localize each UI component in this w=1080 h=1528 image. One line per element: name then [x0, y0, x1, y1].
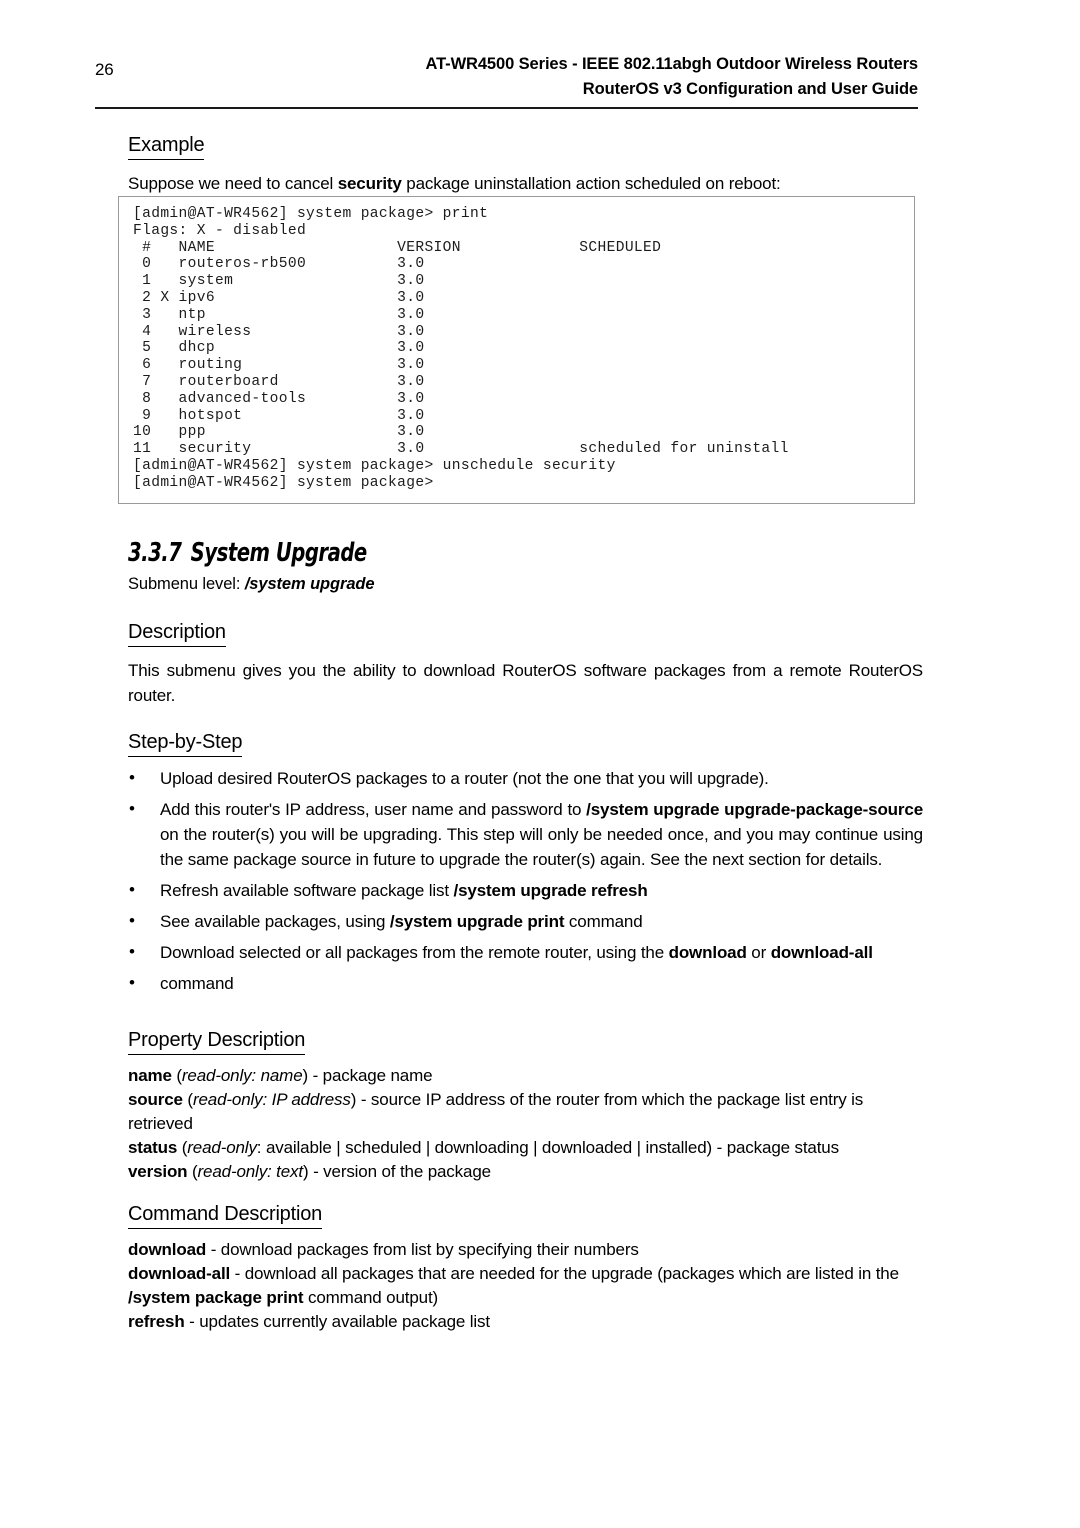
section-heading: 3.3.7 System Upgrade — [128, 538, 796, 568]
step-3-run-0: See available packages, using — [160, 911, 390, 931]
cmd-1-run-0: download-all — [128, 1263, 231, 1283]
example-heading: Example — [128, 133, 205, 160]
step-by-step-heading: Step-by-Step — [128, 730, 243, 757]
cmd-2-run-1: - updates currently available package li… — [184, 1311, 490, 1331]
property-item: status (read-only: available | scheduled… — [128, 1136, 923, 1160]
header-rule — [95, 107, 918, 109]
header-title-block: AT-WR4500 Series - IEEE 802.11abgh Outdo… — [425, 52, 919, 102]
example-intro-pre: Suppose we need to cancel — [128, 174, 338, 193]
step-by-step-list: Upload desired RouterOS packages to a ro… — [128, 765, 923, 996]
document-page: 26 AT-WR4500 Series - IEEE 802.11abgh Ou… — [0, 0, 1080, 1528]
step-by-step-item: Refresh available software package list … — [128, 877, 923, 903]
cmd-1-run-1: - download all packages that are needed … — [230, 1263, 899, 1283]
submenu-level-path: /system upgrade — [244, 574, 375, 593]
step-4-run-1: download — [668, 942, 747, 962]
terminal-output-text: [admin@AT-WR4562] system package> print … — [133, 206, 789, 491]
cmd-1-run-3: command output) — [303, 1287, 439, 1307]
prop-0-run-3: ) - package name — [302, 1065, 433, 1085]
section-number: 3.3.7 — [128, 537, 182, 568]
example-intro-bold: security — [337, 174, 402, 193]
step-by-step-item: Download selected or all packages from t… — [128, 939, 923, 965]
prop-3-run-3: ) - version of the package — [303, 1161, 491, 1181]
prop-1-run-2: read-only: IP address — [192, 1089, 351, 1109]
description-heading-wrap: Description — [128, 620, 923, 647]
prop-2-run-1: ( — [177, 1137, 188, 1157]
property-item: version (read-only: text) - version of t… — [128, 1160, 923, 1184]
property-description-heading-wrap: Property Description — [128, 1028, 923, 1055]
step-3-run-2: command — [564, 911, 643, 931]
prop-2-run-3: : available | scheduled | downloading | … — [256, 1137, 839, 1157]
step-2-run-0: Refresh available software package list — [160, 880, 454, 900]
property-description-list: name (read-only: name) - package name sou… — [128, 1064, 923, 1184]
submenu-level-line: Submenu level: /system upgrade — [128, 575, 923, 594]
command-item: download - download packages from list b… — [128, 1238, 923, 1262]
property-item: source (read-only: IP address) - source … — [128, 1088, 923, 1136]
step-by-step-item: Add this router's IP address, user name … — [128, 796, 923, 872]
prop-1-run-0: source — [128, 1089, 183, 1109]
property-description-heading: Property Description — [128, 1028, 305, 1055]
terminal-output-box: [admin@AT-WR4562] system package> print … — [118, 196, 915, 504]
section-title: System Upgrade — [190, 537, 368, 568]
step-4-run-2: or — [746, 942, 771, 962]
prop-2-run-2: read-only — [187, 1137, 257, 1157]
header-line-product: AT-WR4500 Series - IEEE 802.11abgh Outdo… — [425, 55, 919, 73]
prop-3-run-1: ( — [187, 1161, 198, 1181]
step-0-run-0: Upload desired RouterOS packages to a ro… — [160, 768, 769, 788]
step-5-run-0: command — [160, 973, 234, 993]
cmd-1-run-2: /system package print — [128, 1287, 304, 1307]
submenu-level-label: Submenu level: — [128, 574, 245, 593]
command-item: download-all - download all packages tha… — [128, 1262, 923, 1310]
cmd-0-run-1: - download packages from list by specify… — [206, 1239, 639, 1259]
command-description-list: download - download packages from list b… — [128, 1238, 923, 1334]
prop-3-run-0: version — [128, 1161, 188, 1181]
cmd-0-run-0: download — [128, 1239, 207, 1259]
step-1-run-1: /system upgrade upgrade-package-source — [586, 799, 923, 819]
command-description-heading-wrap: Command Description — [128, 1202, 923, 1229]
description-heading: Description — [128, 620, 226, 647]
cmd-2-run-0: refresh — [128, 1311, 185, 1331]
prop-0-run-2: read-only: name — [181, 1065, 303, 1085]
prop-0-run-0: name — [128, 1065, 172, 1085]
step-4-run-0: Download selected or all packages from t… — [160, 942, 669, 962]
step-1-run-2: on the router(s) you will be upgrading. … — [160, 824, 923, 869]
prop-3-run-2: read-only: text — [197, 1161, 304, 1181]
step-by-step-heading-wrap: Step-by-Step — [128, 730, 923, 757]
step-by-step-item: See available packages, using /system up… — [128, 908, 923, 934]
command-item: refresh - updates currently available pa… — [128, 1310, 923, 1334]
step-by-step-item: command — [128, 970, 923, 996]
step-2-run-1: /system upgrade refresh — [453, 880, 648, 900]
prop-1-run-1: ( — [182, 1089, 193, 1109]
example-intro: Suppose we need to cancel security packa… — [128, 171, 923, 196]
example-intro-post: package uninstallation action scheduled … — [401, 174, 781, 193]
page-header: 26 AT-WR4500 Series - IEEE 802.11abgh Ou… — [95, 52, 918, 108]
step-3-run-1: /system upgrade print — [389, 911, 565, 931]
header-line-guide: RouterOS v3 Configuration and User Guide — [582, 80, 918, 98]
command-description-heading: Command Description — [128, 1202, 322, 1229]
description-text: This submenu gives you the ability to do… — [128, 660, 923, 705]
property-item: name (read-only: name) - package name — [128, 1064, 923, 1088]
page-number: 26 — [95, 60, 114, 79]
prop-2-run-0: status — [128, 1137, 178, 1157]
step-1-run-0: Add this router's IP address, user name … — [160, 799, 587, 819]
example-heading-wrap: Example — [128, 133, 923, 160]
step-by-step-item: Upload desired RouterOS packages to a ro… — [128, 765, 923, 791]
step-4-run-3: download-all — [770, 942, 873, 962]
prop-0-run-1: ( — [171, 1065, 182, 1085]
content-column: Example Suppose we need to cancel securi… — [118, 133, 923, 1334]
